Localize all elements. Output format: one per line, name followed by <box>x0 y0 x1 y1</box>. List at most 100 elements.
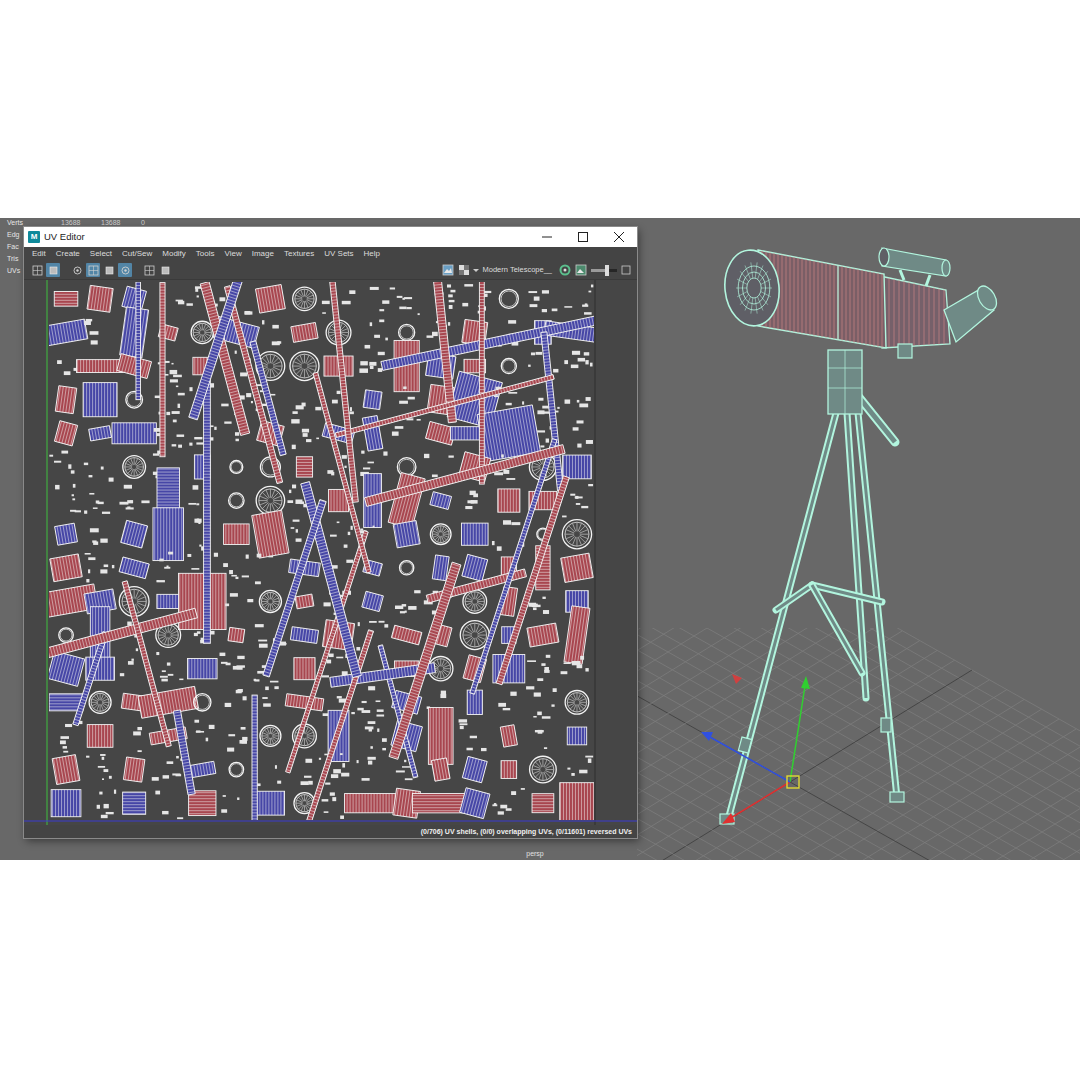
uv-shell <box>460 788 490 819</box>
uv-set-name[interactable]: Modern Telescope__ <box>480 264 556 275</box>
menu-item[interactable]: Edit <box>27 247 51 261</box>
title-bar[interactable]: M UV Editor <box>24 227 637 247</box>
tool-toggle[interactable] <box>142 263 156 277</box>
uv-spoke <box>304 354 305 363</box>
tool-toggle[interactable] <box>86 263 100 277</box>
uv-fragment <box>508 392 517 394</box>
menu-item[interactable]: Create <box>51 247 85 261</box>
uv-shell <box>287 630 373 820</box>
grid-line <box>730 739 1080 860</box>
uv-shell <box>345 794 401 813</box>
uv-fragment <box>99 792 102 795</box>
menu-item[interactable]: Cut/Sew <box>117 247 157 261</box>
minimize-button[interactable] <box>529 227 565 247</box>
tube-edge <box>909 282 910 346</box>
uv-shell <box>389 562 461 759</box>
uv-ring <box>565 690 589 714</box>
menu-item[interactable]: Modify <box>157 247 191 261</box>
uv-shell-face <box>123 792 146 814</box>
menu-item[interactable]: Help <box>359 247 385 261</box>
uv-fragment <box>55 485 59 489</box>
uv-fragment <box>585 360 588 364</box>
uv-fragment <box>133 731 141 735</box>
uv-fragment <box>322 799 329 801</box>
menu-item[interactable]: Tools <box>191 247 220 261</box>
tool-toggle[interactable] <box>158 263 172 277</box>
rotate-handle <box>732 674 742 684</box>
uv-spoke <box>259 500 268 501</box>
image-display-icon[interactable] <box>575 264 587 276</box>
toolbar: Modern Telescope__ <box>24 261 637 280</box>
uv-fragment <box>109 776 112 779</box>
uv-ring <box>259 489 282 512</box>
uv-shell <box>138 686 198 718</box>
menu-item[interactable]: View <box>220 247 247 261</box>
uv-spoke <box>438 527 440 533</box>
uv-fragment <box>575 496 583 498</box>
uv-fragment <box>362 710 371 713</box>
grid-line <box>637 669 995 860</box>
gamma-icon[interactable] <box>621 264 631 276</box>
menu-item[interactable]: UV Sets <box>319 247 358 261</box>
uv-fragment <box>322 301 330 304</box>
uv-fragment <box>201 638 203 642</box>
uv-shell-face <box>50 554 82 582</box>
uv-ring <box>565 522 589 546</box>
uv-fragment <box>542 406 549 409</box>
uv-fragment <box>88 569 90 573</box>
tube-edge <box>810 260 811 335</box>
uv-spoke <box>573 694 576 701</box>
uv-fragment <box>272 341 280 345</box>
uv-fragment <box>104 564 109 567</box>
uv-shell <box>52 755 80 785</box>
slider-handle[interactable] <box>605 265 609 276</box>
tool-toggle[interactable] <box>118 263 132 277</box>
uv-fragment <box>167 662 171 665</box>
uv-fragment <box>406 307 411 309</box>
uv-shell-face <box>287 630 373 820</box>
uv-shell-face <box>501 761 517 779</box>
tool-toggle[interactable] <box>46 263 60 277</box>
uv-fragment <box>534 692 541 696</box>
uv-fragment <box>567 768 570 770</box>
uv-fragment <box>330 792 335 795</box>
uv-fragment <box>427 335 434 337</box>
image-icon[interactable] <box>442 264 454 276</box>
menu-item[interactable]: Image <box>247 247 279 261</box>
uv-fragment <box>403 386 406 389</box>
uv-fragment <box>100 569 107 573</box>
maximize-button[interactable] <box>565 227 601 247</box>
uv-layout[interactable] <box>24 280 637 825</box>
tool-icon-grid <box>89 266 98 275</box>
uv-shell <box>117 354 152 379</box>
tripod-head-edges <box>828 350 862 414</box>
checker-icon[interactable] <box>458 264 472 276</box>
uv-fragment <box>168 552 173 555</box>
uv-fragment <box>255 581 261 584</box>
uv-fragment <box>191 568 199 570</box>
tool-icon-frame <box>33 266 42 275</box>
uv-fragment <box>546 655 551 658</box>
dropdown-arrow-icon[interactable] <box>472 264 480 276</box>
uv-canvas[interactable] <box>24 280 637 825</box>
uv-fragment <box>63 751 68 753</box>
menu-item[interactable]: Textures <box>279 247 319 261</box>
uv-fragment <box>537 410 544 414</box>
exposure-slider[interactable] <box>591 269 617 272</box>
tool-toggle[interactable] <box>30 263 44 277</box>
close-button[interactable] <box>601 227 637 247</box>
tool-toggle[interactable] <box>102 263 116 277</box>
uv-spoke <box>306 369 309 377</box>
uv-fragment <box>377 709 384 711</box>
uv-fragment <box>85 553 91 555</box>
tool-toggle[interactable] <box>70 263 84 277</box>
uv-fragment <box>188 503 196 505</box>
uv-shell-face <box>285 694 324 711</box>
menu-item[interactable]: Select <box>85 247 117 261</box>
uv-spoke <box>270 503 271 512</box>
uv-fragment <box>72 494 74 496</box>
uv-editor-window[interactable]: M UV Editor EditCreateSelectCut/SewModif… <box>24 227 637 838</box>
lens-spoke <box>758 265 764 279</box>
uv-shell <box>224 286 282 484</box>
color-wheel-icon[interactable] <box>559 264 571 276</box>
